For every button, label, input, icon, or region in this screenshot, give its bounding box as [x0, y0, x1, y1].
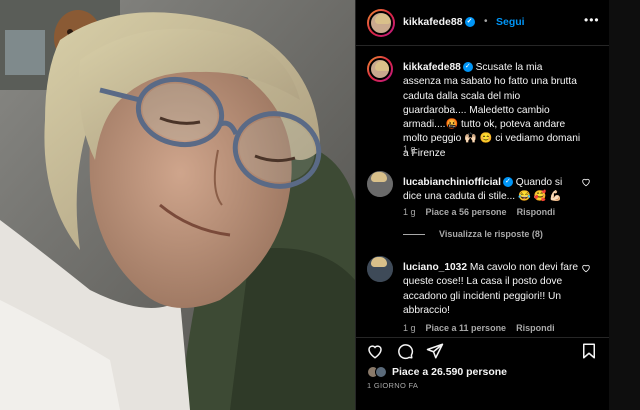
follow-button[interactable]: Segui: [496, 16, 525, 28]
view-replies-label: Visualizza le risposte (8): [439, 229, 543, 239]
like-comment-heart-icon[interactable]: [581, 177, 591, 187]
author-username-text: kikkafede88: [403, 16, 463, 28]
comment-text: lucabianchiniofficial ✓ Quando si dice un…: [403, 176, 583, 205]
commenter-avatar[interactable]: [367, 256, 393, 282]
verified-badge-icon: ✓: [502, 177, 513, 188]
comment-likes-link[interactable]: Piace a 11 persone: [426, 323, 507, 333]
author-username[interactable]: kikkafede88 ✓: [403, 16, 475, 28]
comment-meta: 1 g Piace a 56 persone Rispondi: [403, 207, 555, 217]
heart-icon[interactable]: [366, 342, 384, 360]
like-comment-heart-icon[interactable]: [581, 263, 591, 273]
caption-age: 1 g: [403, 144, 416, 154]
post-photo[interactable]: [0, 0, 355, 410]
liker-avatar: [375, 366, 387, 378]
more-options-icon[interactable]: •••: [584, 13, 600, 27]
commenter-avatar[interactable]: [367, 171, 393, 197]
separator-dot: •: [484, 16, 488, 27]
caption-meta: 1 g: [403, 144, 416, 154]
verified-badge-icon: ✓: [462, 62, 473, 73]
view-replies-button[interactable]: Visualizza le risposte (8): [403, 229, 543, 239]
caption-username[interactable]: kikkafede88: [403, 62, 461, 73]
bookmark-icon[interactable]: [580, 342, 598, 360]
comment-text: luciano_1032 Ma cavolo non devi fare que…: [403, 261, 583, 318]
selfie-image: [0, 0, 355, 410]
reply-button[interactable]: Rispondi: [517, 207, 556, 217]
comment-icon[interactable]: [396, 342, 414, 360]
comment-meta: 1 g Piace a 11 persone Rispondi: [403, 323, 555, 333]
caption-text: kikkafede88 ✓ Scusate la mia assenza ma s…: [403, 61, 583, 161]
caption-body: Scusate la mia assenza ma sabato ho fatt…: [403, 62, 581, 159]
replies-divider: [403, 233, 425, 235]
post-actions-bar: [356, 337, 610, 363]
comment-username[interactable]: lucabianchiniofficial: [403, 177, 501, 188]
post-timestamp: 1 GIORNO FA: [367, 381, 419, 390]
comment-age: 1 g: [403, 323, 416, 333]
post-header: kikkafede88 ✓ • Segui •••: [356, 0, 610, 46]
verified-badge-icon: ✓: [464, 17, 475, 28]
right-gutter: [609, 0, 640, 410]
post-likes-count[interactable]: Piace a 26.590 persone: [392, 366, 507, 378]
post-likes[interactable]: Piace a 26.590 persone: [367, 364, 507, 380]
comment-likes-link[interactable]: Piace a 56 persone: [426, 207, 507, 217]
post-side-panel: kikkafede88 ✓ • Segui ••• kikkafede88 ✓ Sc…: [355, 0, 610, 410]
author-avatar[interactable]: [367, 56, 393, 82]
reply-button[interactable]: Rispondi: [516, 323, 555, 333]
author-avatar[interactable]: [367, 9, 395, 37]
comments-list[interactable]: kikkafede88 ✓ Scusate la mia assenza ma s…: [356, 47, 610, 337]
paper-plane-icon[interactable]: [426, 342, 444, 360]
comment-username[interactable]: luciano_1032: [403, 262, 467, 273]
comment-age: 1 g: [403, 207, 416, 217]
